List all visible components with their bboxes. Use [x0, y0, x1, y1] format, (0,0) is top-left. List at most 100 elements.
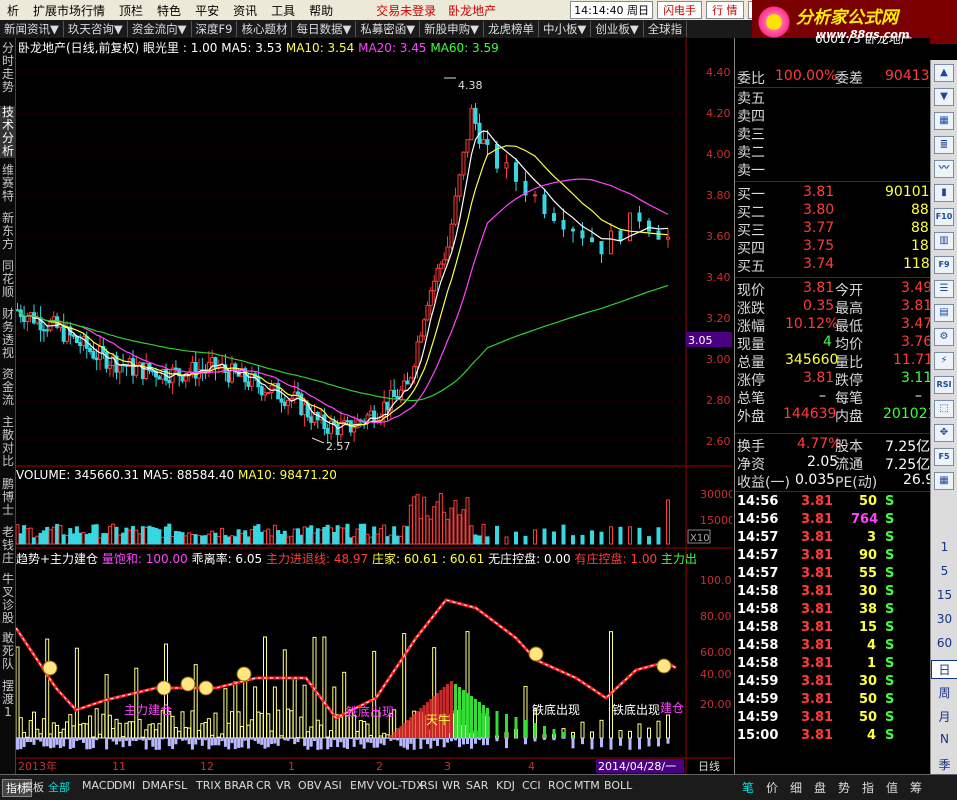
- tab-finance[interactable]: 财务透视: [0, 308, 16, 360]
- period-button[interactable]: 月: [931, 708, 957, 725]
- menu-item[interactable]: 帮助: [302, 2, 340, 19]
- indicator-tab[interactable]: ROC: [548, 779, 572, 792]
- toolbar-consult[interactable]: 玖天咨询▼: [64, 21, 128, 37]
- indicator-neg-bar: [240, 738, 244, 748]
- candle-icon[interactable]: ▮: [934, 184, 954, 202]
- indicator-tab[interactable]: DMI: [114, 779, 135, 792]
- period-button[interactable]: 季: [931, 756, 957, 773]
- f9-icon[interactable]: F9: [934, 256, 954, 274]
- report-icon[interactable]: ▦: [934, 112, 954, 130]
- list-icon[interactable]: ≣: [934, 136, 954, 154]
- up-icon[interactable]: ▲: [934, 64, 954, 82]
- toolbar-ipo[interactable]: 新股申购▼: [420, 21, 484, 37]
- indicator-bar: [104, 674, 109, 739]
- quote-tab[interactable]: 指: [862, 779, 874, 796]
- tab-gansidui[interactable]: 敢死队: [0, 632, 16, 671]
- indicator-tab[interactable]: SAR: [466, 779, 488, 792]
- candle: [461, 151, 466, 176]
- volume-bar: [329, 527, 333, 545]
- toolbar-theme[interactable]: 核心题材: [237, 21, 293, 37]
- period-button[interactable]: 30: [931, 612, 957, 626]
- menu-item[interactable]: 扩展市场行情: [26, 2, 112, 19]
- flash-trade-button[interactable]: 闪电手: [657, 1, 703, 19]
- indicator-tab[interactable]: FSL: [168, 779, 187, 792]
- toolbar-capital[interactable]: 资金流向▼: [128, 21, 192, 37]
- toolbar-global[interactable]: 全球指: [644, 21, 688, 37]
- toolbar-dragon[interactable]: 龙虎榜单: [484, 21, 539, 37]
- quote-tab[interactable]: 价: [766, 779, 778, 796]
- tab-weisaite[interactable]: 维赛特: [0, 164, 16, 203]
- quote-tab[interactable]: 筹: [910, 779, 922, 796]
- indicator-tab[interactable]: EMV: [350, 779, 374, 792]
- tab-compare[interactable]: 主散对比: [0, 416, 16, 468]
- quote-tab[interactable]: 细: [790, 779, 802, 796]
- gear-icon[interactable]: ⚙: [934, 328, 954, 346]
- quote-button[interactable]: 行 情: [706, 1, 744, 19]
- tab-technical[interactable]: 技术分析: [0, 106, 16, 158]
- tab-diagnose[interactable]: 牛叉诊股: [0, 573, 16, 625]
- period-button[interactable]: N: [931, 732, 957, 746]
- quote-tab[interactable]: 值: [886, 779, 898, 796]
- menu-item[interactable]: 顶栏: [112, 2, 150, 19]
- period-button[interactable]: 60: [931, 636, 957, 650]
- indicator-tab[interactable]: DMA: [142, 779, 168, 792]
- indicator-tab[interactable]: RSI: [420, 779, 438, 792]
- split-icon[interactable]: ⬚: [934, 400, 954, 418]
- indicator-tab[interactable]: MACD: [82, 779, 115, 792]
- tab-capital-flow[interactable]: 资金流: [0, 368, 16, 407]
- tab-laoqian[interactable]: 老钱庄: [0, 526, 16, 565]
- toolbar-daily[interactable]: 每日数据▼: [292, 21, 357, 37]
- indicator-tab[interactable]: WR: [442, 779, 461, 792]
- toolbar-news[interactable]: 新闻资讯▼: [0, 21, 64, 37]
- indicator-neg-bar: [19, 738, 23, 750]
- resize-icon[interactable]: ✥: [934, 424, 954, 442]
- period-button[interactable]: 日: [931, 660, 957, 679]
- indicator-tab[interactable]: BOLL: [604, 779, 632, 792]
- period-button[interactable]: 1: [931, 540, 957, 554]
- flash-icon[interactable]: ⚡: [934, 352, 954, 370]
- indicator-tab[interactable]: 模板: [22, 779, 44, 795]
- indicator-tab[interactable]: VOL-TDX: [376, 779, 424, 792]
- menu-item[interactable]: 工具: [264, 2, 302, 19]
- indicator-tab[interactable]: TRIX: [196, 779, 221, 792]
- period-button[interactable]: 周: [931, 684, 957, 701]
- toolbar-private[interactable]: 私募密函▼: [356, 21, 421, 37]
- indicator-tab[interactable]: KDJ: [496, 779, 515, 792]
- toolbar-gem[interactable]: 创业板▼: [591, 21, 644, 37]
- quote-tab[interactable]: 笔: [742, 779, 754, 796]
- kline-chart-area[interactable]: 4.40 4.20 4.00 3.80 3.60 3.40 3.20 3.00 …: [16, 38, 732, 774]
- indicator-tab[interactable]: MTM: [574, 779, 600, 792]
- toolbar-f9[interactable]: 深度F9: [192, 21, 238, 37]
- menu-item[interactable]: 资讯: [226, 2, 264, 19]
- f10-icon[interactable]: F10: [934, 208, 954, 226]
- f5-icon[interactable]: F5: [934, 448, 954, 466]
- rsi-icon[interactable]: RSI: [934, 376, 954, 394]
- tab-intraday[interactable]: 分时走势: [0, 42, 16, 94]
- indicator-tab[interactable]: CCI: [522, 779, 541, 792]
- doc-icon[interactable]: ☰: [934, 280, 954, 298]
- period-button[interactable]: 5: [931, 564, 957, 578]
- indicator-tab[interactable]: CR: [256, 779, 271, 792]
- indicator-tab[interactable]: VR: [276, 779, 291, 792]
- menu-item[interactable]: 特色: [150, 2, 188, 19]
- chart-icon[interactable]: 〰: [934, 160, 954, 178]
- grid-icon[interactable]: ▦: [934, 472, 954, 490]
- down-icon[interactable]: ▼: [934, 88, 954, 106]
- login-alert[interactable]: 交易未登录: [370, 2, 442, 19]
- menu-item[interactable]: 平安: [188, 2, 226, 19]
- tab-baidu[interactable]: 摆渡1: [0, 680, 16, 719]
- tab-xindongfang[interactable]: 新东方: [0, 212, 16, 251]
- bars-icon[interactable]: ▥: [934, 232, 954, 250]
- book-icon[interactable]: ▤: [934, 304, 954, 322]
- quote-tab[interactable]: 盘: [814, 779, 826, 796]
- toolbar-smb[interactable]: 中小板▼: [539, 21, 592, 37]
- indicator-tab[interactable]: OBV: [298, 779, 321, 792]
- tab-pengboshi[interactable]: 鹏博士: [0, 478, 16, 517]
- quote-tab[interactable]: 势: [838, 779, 850, 796]
- period-button[interactable]: 15: [931, 588, 957, 602]
- indicator-tab[interactable]: BRAR: [224, 779, 254, 792]
- tab-tonghuashun[interactable]: 同花顺: [0, 260, 16, 299]
- indicator-tab[interactable]: ASI: [324, 779, 342, 792]
- menu-item[interactable]: 析: [0, 2, 26, 19]
- indicator-tab[interactable]: 全部: [48, 779, 70, 795]
